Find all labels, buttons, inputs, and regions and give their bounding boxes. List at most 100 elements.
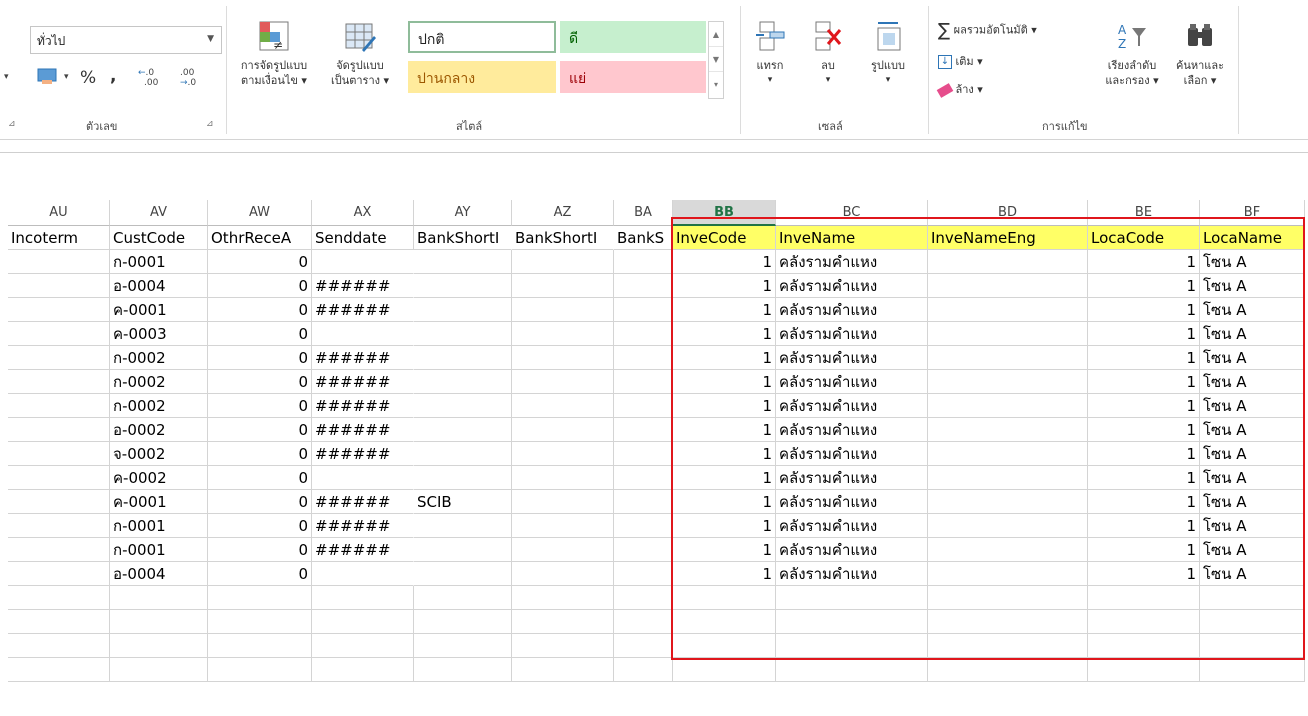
table-cell[interactable]: 1	[1088, 562, 1200, 586]
style-normal[interactable]: ปกติ	[408, 21, 556, 53]
table-cell[interactable]	[512, 346, 614, 370]
table-cell[interactable]	[928, 346, 1088, 370]
table-cell[interactable]: โซน A	[1200, 562, 1305, 586]
table-cell[interactable]: 1	[673, 298, 776, 322]
table-cell[interactable]: คลังรามคำแหง	[776, 562, 928, 586]
table-cell[interactable]: ######	[312, 418, 414, 442]
table-cell[interactable]: ######	[312, 490, 414, 514]
header-cell[interactable]: BankShortI	[414, 226, 512, 250]
table-cell[interactable]: 0	[208, 274, 312, 298]
table-cell[interactable]: ######	[312, 298, 414, 322]
empty-cell[interactable]	[110, 634, 208, 658]
table-cell[interactable]	[8, 250, 110, 274]
table-cell[interactable]	[312, 250, 414, 274]
table-cell[interactable]: โซน A	[1200, 322, 1305, 346]
table-cell[interactable]: 1	[673, 418, 776, 442]
empty-cell[interactable]	[208, 658, 312, 682]
header-cell[interactable]: InveName	[776, 226, 928, 250]
table-cell[interactable]	[414, 514, 512, 538]
table-cell[interactable]	[512, 538, 614, 562]
empty-cell[interactable]	[312, 634, 414, 658]
column-header-ax[interactable]: AX	[312, 200, 414, 226]
table-cell[interactable]: คลังรามคำแหง	[776, 490, 928, 514]
table-cell[interactable]	[512, 562, 614, 586]
table-cell[interactable]: ก-0002	[110, 394, 208, 418]
percent-button[interactable]: %	[80, 68, 96, 88]
chevron-down-icon[interactable]: ▾	[4, 72, 9, 82]
empty-cell[interactable]	[614, 586, 673, 610]
header-cell[interactable]: InveNameEng	[928, 226, 1088, 250]
column-header-bb[interactable]: BB	[673, 200, 776, 226]
empty-cell[interactable]	[776, 634, 928, 658]
table-cell[interactable]: 0	[208, 466, 312, 490]
table-cell[interactable]: โซน A	[1200, 394, 1305, 418]
table-cell[interactable]	[8, 466, 110, 490]
empty-cell[interactable]	[8, 634, 110, 658]
table-cell[interactable]	[928, 418, 1088, 442]
empty-cell[interactable]	[208, 610, 312, 634]
column-header-ba[interactable]: BA	[614, 200, 673, 226]
fill-button[interactable]: ↓ เติม ▾	[938, 52, 983, 70]
number-format-dropdown[interactable]: ทั่วไป ▼	[30, 26, 222, 54]
table-cell[interactable]: 1	[673, 250, 776, 274]
empty-cell[interactable]	[673, 586, 776, 610]
empty-cell[interactable]	[512, 658, 614, 682]
table-cell[interactable]: 1	[1088, 250, 1200, 274]
style-bad[interactable]: แย่	[560, 61, 706, 93]
table-cell[interactable]: โซน A	[1200, 250, 1305, 274]
table-cell[interactable]	[512, 370, 614, 394]
table-cell[interactable]	[512, 322, 614, 346]
table-cell[interactable]: โซน A	[1200, 274, 1305, 298]
table-cell[interactable]: 0	[208, 538, 312, 562]
table-cell[interactable]	[512, 298, 614, 322]
header-cell[interactable]: BankS	[614, 226, 673, 250]
empty-cell[interactable]	[673, 658, 776, 682]
empty-cell[interactable]	[1088, 610, 1200, 634]
empty-cell[interactable]	[614, 610, 673, 634]
table-cell[interactable]: 0	[208, 394, 312, 418]
table-cell[interactable]: 0	[208, 490, 312, 514]
table-cell[interactable]	[312, 562, 414, 586]
table-cell[interactable]: โซน A	[1200, 538, 1305, 562]
table-cell[interactable]	[512, 394, 614, 418]
table-cell[interactable]	[928, 250, 1088, 274]
empty-cell[interactable]	[414, 586, 512, 610]
empty-cell[interactable]	[512, 610, 614, 634]
table-cell[interactable]	[614, 298, 673, 322]
find-select-button[interactable]: ค้นหาและ เลือก ▾	[1170, 20, 1230, 88]
table-cell[interactable]: คลังรามคำแหง	[776, 346, 928, 370]
conditional-formatting-button[interactable]: ≠ การจัดรูปแบบ ตามเงื่อนไข ▾	[232, 20, 316, 88]
table-cell[interactable]	[8, 370, 110, 394]
style-neutral[interactable]: ปานกลาง	[408, 61, 556, 93]
empty-cell[interactable]	[208, 586, 312, 610]
header-cell[interactable]: CustCode	[110, 226, 208, 250]
table-cell[interactable]: 1	[1088, 466, 1200, 490]
empty-cell[interactable]	[776, 586, 928, 610]
scroll-up-icon[interactable]: ▲	[709, 22, 723, 47]
column-header-av[interactable]: AV	[110, 200, 208, 226]
styles-gallery-scroll[interactable]: ▲ ▼ ▾	[708, 21, 724, 99]
header-cell[interactable]: BankShortI	[512, 226, 614, 250]
table-cell[interactable]: 1	[1088, 394, 1200, 418]
table-cell[interactable]: ######	[312, 514, 414, 538]
table-cell[interactable]	[614, 250, 673, 274]
table-cell[interactable]	[8, 490, 110, 514]
table-cell[interactable]: ค-0001	[110, 298, 208, 322]
table-cell[interactable]: ก-0002	[110, 370, 208, 394]
accounting-format-button[interactable]	[36, 66, 60, 90]
empty-cell[interactable]	[110, 586, 208, 610]
empty-cell[interactable]	[8, 586, 110, 610]
style-good[interactable]: ดี	[560, 21, 706, 53]
table-cell[interactable]: 1	[673, 442, 776, 466]
dialog-launcher-icon[interactable]: ⊿	[8, 119, 16, 129]
table-cell[interactable]	[512, 442, 614, 466]
table-cell[interactable]	[8, 298, 110, 322]
table-cell[interactable]	[512, 490, 614, 514]
table-cell[interactable]	[614, 322, 673, 346]
table-cell[interactable]: SCIB	[414, 490, 512, 514]
table-cell[interactable]: คลังรามคำแหง	[776, 466, 928, 490]
table-cell[interactable]	[414, 442, 512, 466]
column-header-au[interactable]: AU	[8, 200, 110, 226]
table-cell[interactable]: 1	[673, 274, 776, 298]
table-cell[interactable]: คลังรามคำแหง	[776, 370, 928, 394]
